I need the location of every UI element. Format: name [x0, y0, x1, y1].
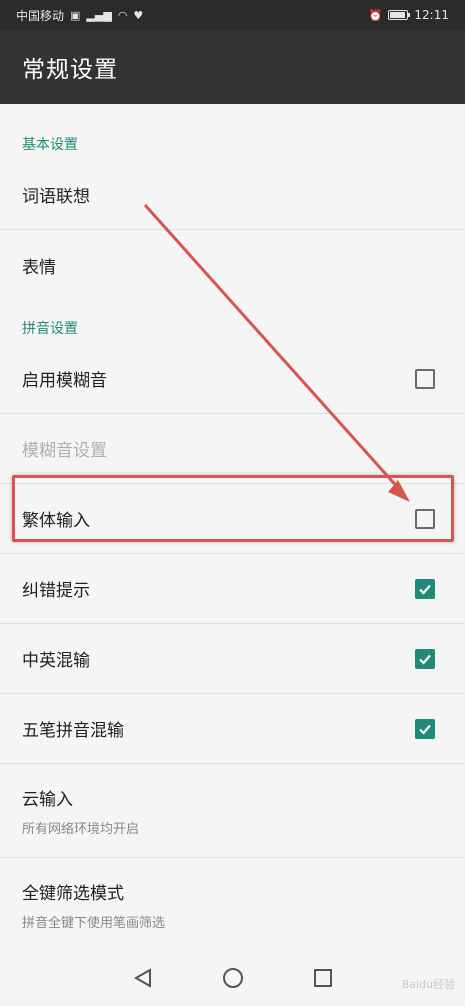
annotation-highlight-box	[12, 475, 454, 542]
status-bar: 中国移动 ▣ ▂▄▆ ◠ ♥ ⏰ 12:11	[0, 0, 465, 30]
wifi-icon: ◠	[117, 8, 128, 22]
cn-en-mixed-label: 中英混输	[22, 651, 90, 671]
emoji-label: 表情	[22, 257, 56, 278]
home-icon	[222, 968, 243, 988]
check-icon	[419, 654, 431, 665]
word-association-item[interactable]: 词语联想	[0, 160, 465, 230]
error-hint-item[interactable]: 纠错提示	[0, 554, 465, 624]
check-icon	[419, 584, 431, 595]
check-icon	[419, 724, 431, 735]
section-header-pinyin: 拼音设置	[22, 321, 78, 337]
hd-icon: ▣	[70, 8, 81, 22]
page-title: 常规设置	[22, 57, 118, 83]
recents-button[interactable]	[309, 964, 337, 992]
wubi-pinyin-mixed-label: 五笔拼音混输	[22, 721, 124, 741]
fuzzy-pinyin-label: 启用模糊音	[22, 371, 107, 391]
battery-icon	[388, 10, 411, 20]
back-button[interactable]	[129, 964, 157, 992]
back-icon	[133, 968, 151, 988]
error-hint-label: 纠错提示	[22, 581, 90, 601]
section-header-basic: 基本设置	[22, 137, 78, 153]
cloud-input-item[interactable]: 云输入 所有网络环境均开启	[0, 764, 465, 858]
status-right: ⏰ 12:11	[369, 8, 449, 22]
cn-en-mixed-checkbox[interactable]	[415, 648, 435, 669]
full-key-filter-subtitle: 拼音全键下使用笔画筛选	[22, 916, 166, 931]
status-time: 12:11	[414, 8, 449, 22]
watermark: Baidu经验	[401, 978, 455, 991]
word-association-label: 词语联想	[22, 187, 90, 207]
app-bar: 常规设置	[0, 30, 465, 104]
fuzzy-settings-item: 模糊音设置	[0, 414, 465, 484]
full-key-filter-label: 全键筛选模式	[22, 884, 124, 904]
wubi-pinyin-mixed-checkbox[interactable]	[415, 718, 435, 739]
fuzzy-pinyin-checkbox[interactable]	[415, 368, 435, 389]
cloud-input-text: 云输入 所有网络环境均开启	[22, 785, 139, 837]
cloud-input-label: 云输入	[22, 789, 73, 810]
signal-icon: ▂▄▆	[86, 8, 112, 22]
error-hint-checkbox[interactable]	[415, 578, 435, 599]
fuzzy-pinyin-item[interactable]: 启用模糊音	[0, 344, 465, 414]
heart-icon: ♥	[133, 8, 144, 22]
cn-en-mixed-item[interactable]: 中英混输	[0, 624, 465, 694]
fuzzy-settings-label: 模糊音设置	[22, 441, 107, 461]
alarm-icon: ⏰	[368, 8, 383, 22]
cloud-input-subtitle: 所有网络环境均开启	[22, 821, 140, 837]
recents-icon	[313, 969, 332, 987]
navigation-bar	[0, 950, 465, 1006]
emoji-item[interactable]: 表情	[0, 230, 465, 300]
status-left: 中国移动 ▣ ▂▄▆ ◠ ♥	[16, 7, 143, 24]
home-button[interactable]	[219, 964, 247, 992]
carrier-label: 中国移动	[16, 8, 65, 23]
full-key-filter-item[interactable]: 全键筛选模式 拼音全键下使用笔画筛选	[0, 858, 465, 952]
wubi-pinyin-mixed-item[interactable]: 五笔拼音混输	[0, 694, 465, 764]
full-key-filter-text: 全键筛选模式 拼音全键下使用笔画筛选	[22, 879, 165, 931]
